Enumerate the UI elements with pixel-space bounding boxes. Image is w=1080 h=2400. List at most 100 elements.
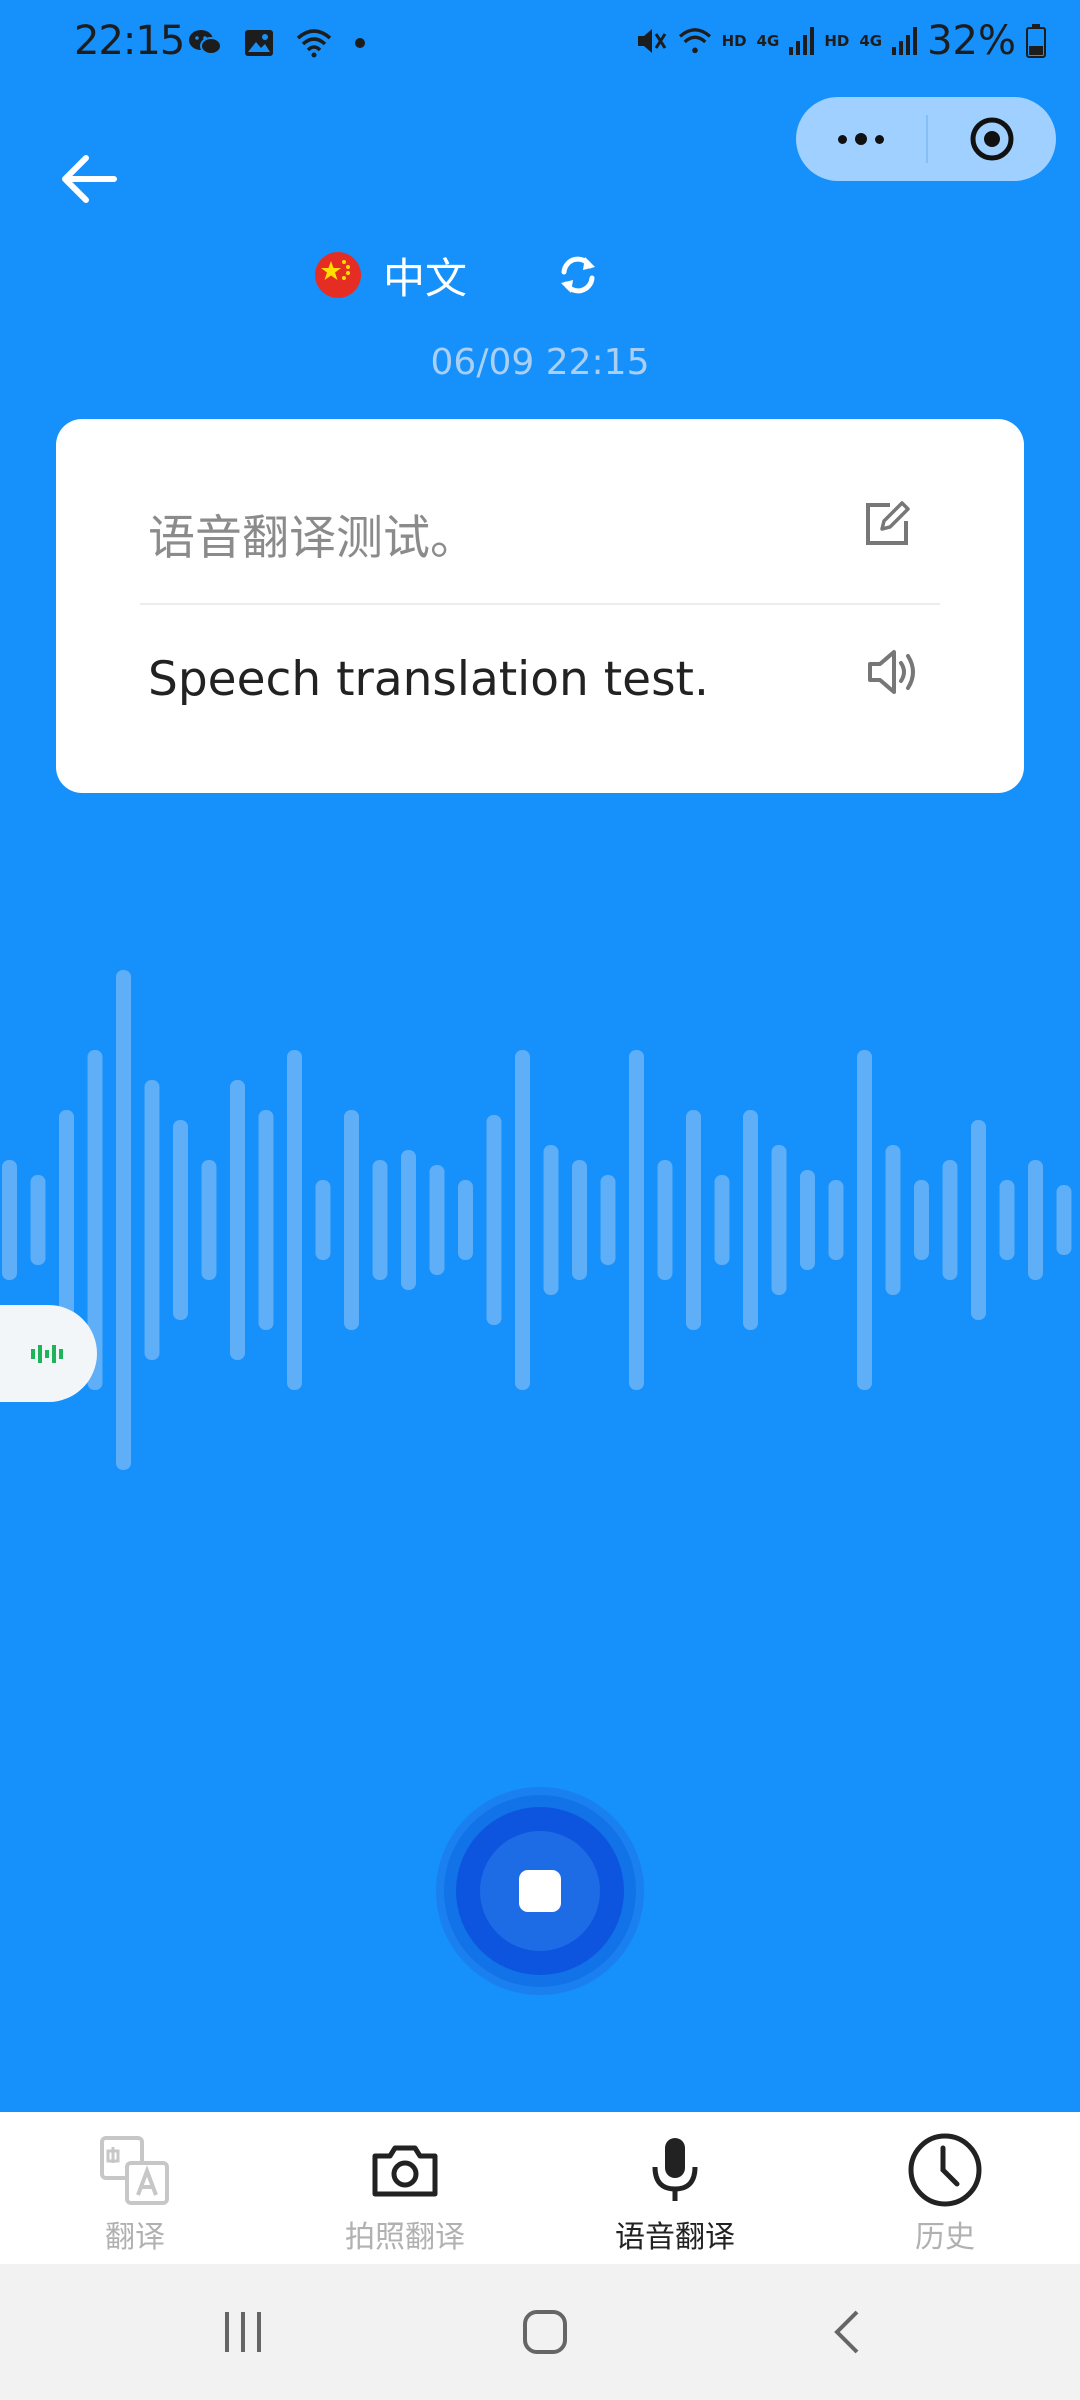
waveform-icon bbox=[31, 1344, 63, 1363]
back-button[interactable] bbox=[58, 148, 136, 218]
miniprogram-capsule bbox=[796, 97, 1056, 181]
waveform-bar bbox=[999, 1180, 1015, 1260]
network-label-4g: 4G bbox=[756, 31, 780, 50]
home-icon bbox=[523, 2310, 567, 2354]
clock-icon bbox=[908, 2133, 982, 2207]
waveform-bar bbox=[942, 1160, 958, 1280]
waveform-bar bbox=[572, 1160, 587, 1280]
recent-apps-icon bbox=[225, 2312, 261, 2352]
edit-icon bbox=[866, 501, 910, 545]
waveform-bar bbox=[59, 1110, 74, 1330]
network-label-4g: 4G bbox=[859, 31, 883, 50]
china-flag-icon bbox=[315, 252, 361, 298]
wechat-icon bbox=[189, 30, 222, 55]
tab-history[interactable]: 历史 bbox=[810, 2112, 1080, 2264]
waveform-bar bbox=[971, 1120, 986, 1320]
swap-language-button[interactable] bbox=[555, 252, 601, 298]
wifi-icon bbox=[296, 29, 332, 58]
waveform-bar bbox=[201, 1160, 217, 1280]
edit-button[interactable] bbox=[864, 501, 910, 551]
waveform-bar bbox=[914, 1180, 929, 1260]
mute-icon bbox=[637, 29, 666, 53]
signal-icon bbox=[892, 27, 918, 55]
waveform-bar bbox=[771, 1145, 787, 1295]
play-audio-button[interactable] bbox=[866, 647, 922, 701]
more-dot bbox=[855, 133, 867, 145]
network-label-hd: HD bbox=[721, 31, 747, 50]
translation-card: 语音翻译测试。 Speech translation test. bbox=[56, 419, 1024, 793]
translated-text: Speech translation test. bbox=[148, 652, 709, 707]
waveform-bar bbox=[714, 1175, 730, 1265]
stop-recording-button[interactable] bbox=[434, 1785, 646, 1997]
waveform-bar bbox=[230, 1080, 245, 1360]
tab-label: 翻译 bbox=[105, 2220, 165, 2255]
waveform-bar bbox=[543, 1145, 559, 1295]
waveform-bars bbox=[2, 970, 1072, 1470]
translate-icon bbox=[100, 2136, 169, 2205]
waveform-bar bbox=[800, 1170, 815, 1270]
waveform-bar bbox=[657, 1160, 673, 1280]
language-label: 中文 bbox=[383, 253, 468, 303]
waveform-bar bbox=[287, 1050, 302, 1390]
back-nav-button[interactable] bbox=[792, 2288, 902, 2376]
waveform-bar bbox=[828, 1180, 844, 1260]
dot-icon bbox=[355, 38, 365, 48]
waveform-bar bbox=[258, 1110, 274, 1330]
bottom-tab-bar: 翻译 拍照翻译 语音翻译 历史 bbox=[0, 2112, 1080, 2264]
audio-waveform bbox=[2, 970, 1072, 1470]
waveform-bar bbox=[116, 970, 131, 1470]
waveform-bar bbox=[344, 1110, 359, 1330]
waveform-bar bbox=[1056, 1185, 1072, 1255]
system-navigation-bar bbox=[0, 2264, 1080, 2400]
waveform-bar bbox=[429, 1165, 445, 1275]
waveform-bar bbox=[315, 1180, 331, 1260]
more-button[interactable] bbox=[796, 97, 926, 181]
tab-label: 拍照翻译 bbox=[345, 2220, 465, 2255]
waveform-bar bbox=[144, 1080, 160, 1360]
waveform-bar bbox=[857, 1050, 872, 1390]
waveform-bar bbox=[515, 1050, 530, 1390]
status-system-icons: HD 4G HD 4G 32% bbox=[634, 18, 1046, 64]
gallery-icon bbox=[245, 30, 273, 56]
camera-icon bbox=[372, 2145, 438, 2197]
home-button[interactable] bbox=[490, 2288, 600, 2376]
status-time: 22:15 bbox=[74, 18, 185, 64]
status-notification-icons bbox=[188, 28, 366, 58]
stop-icon bbox=[436, 1787, 644, 1995]
battery-percent: 32% bbox=[927, 18, 1016, 64]
tab-label: 历史 bbox=[915, 2220, 975, 2255]
wifi-icon bbox=[678, 28, 711, 54]
waveform-bar bbox=[372, 1160, 388, 1280]
side-floating-tab[interactable] bbox=[0, 1305, 97, 1402]
microphone-icon bbox=[652, 2138, 698, 2201]
waveform-bar bbox=[1028, 1160, 1043, 1280]
speaker-icon bbox=[868, 650, 915, 694]
tab-voice-translate[interactable]: 语音翻译 bbox=[540, 2112, 810, 2264]
waveform-bar bbox=[686, 1110, 701, 1330]
chevron-left-icon bbox=[834, 2310, 859, 2354]
tab-translate[interactable]: 翻译 bbox=[0, 2112, 270, 2264]
waveform-bar bbox=[486, 1115, 502, 1325]
refresh-swap-icon bbox=[561, 256, 596, 294]
translation-timestamp: 06/09 22:15 bbox=[430, 342, 650, 383]
close-miniprogram-button[interactable] bbox=[928, 97, 1056, 181]
waveform-bar bbox=[600, 1175, 616, 1265]
source-text: 语音翻译测试。 bbox=[148, 511, 477, 566]
tab-label: 语音翻译 bbox=[615, 2220, 735, 2255]
signal-icon bbox=[789, 27, 815, 55]
arrow-left-icon bbox=[62, 155, 117, 203]
status-bar: 22:15 HD 4G HD 4G 32% bbox=[0, 0, 1080, 92]
waveform-bar bbox=[743, 1110, 758, 1330]
more-dot bbox=[838, 134, 847, 144]
network-label-hd: HD bbox=[824, 31, 850, 50]
waveform-bar bbox=[173, 1120, 188, 1320]
recent-apps-button[interactable] bbox=[188, 2288, 298, 2376]
battery-icon bbox=[1026, 24, 1046, 58]
language-selector[interactable]: 中文 bbox=[315, 240, 601, 310]
target-icon bbox=[970, 117, 1014, 161]
tab-photo-translate[interactable]: 拍照翻译 bbox=[270, 2112, 540, 2264]
waveform-bar bbox=[2, 1160, 17, 1280]
waveform-bar bbox=[401, 1150, 416, 1290]
waveform-bar bbox=[30, 1175, 46, 1265]
waveform-bar bbox=[629, 1050, 644, 1390]
